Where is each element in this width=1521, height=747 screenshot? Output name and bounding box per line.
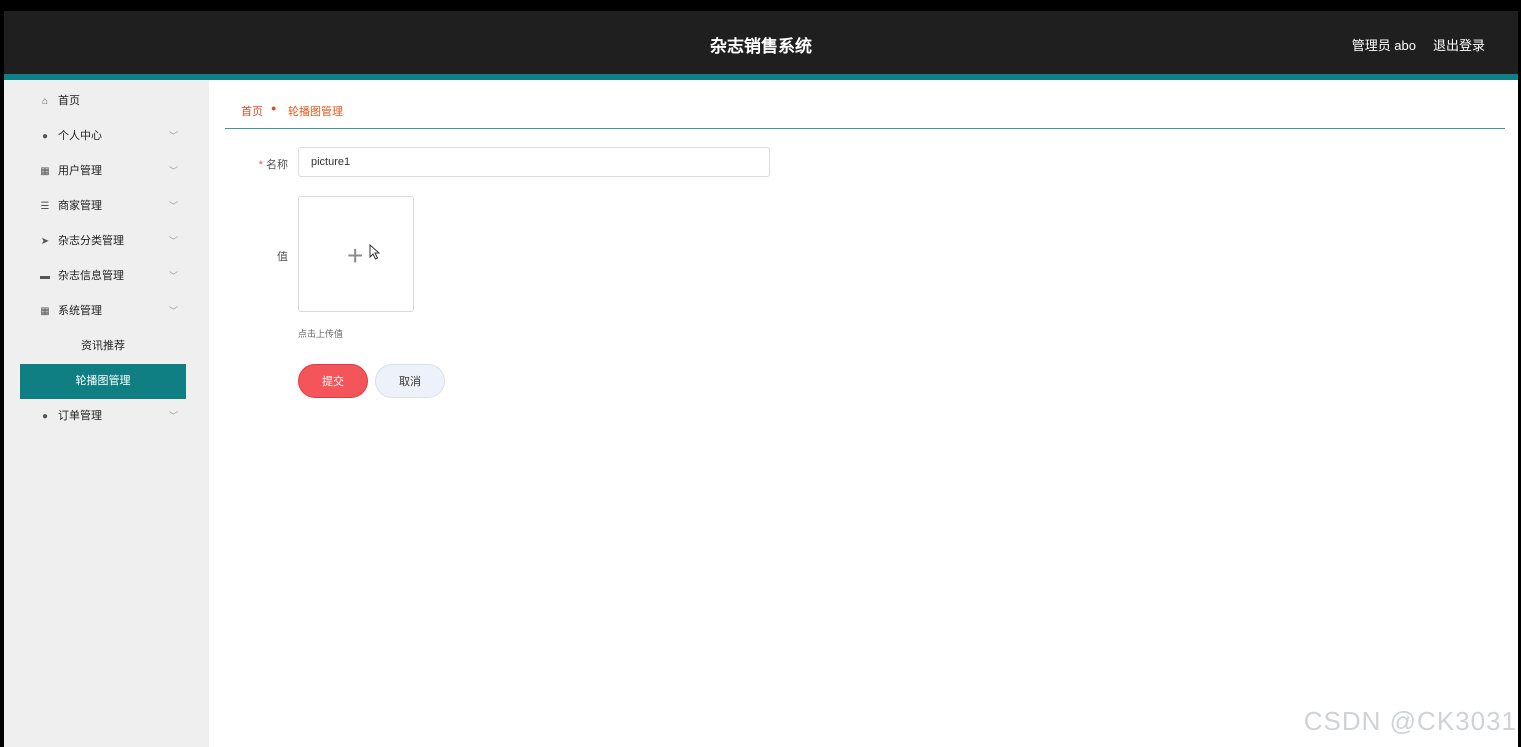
sidebar-item-system[interactable]: ▦ 系统管理 ﹀ — [4, 294, 209, 329]
logout-button[interactable]: 退出登录 — [1433, 35, 1485, 54]
cancel-button[interactable]: 取消 — [375, 364, 445, 398]
chevron-down-icon: ﹀ — [169, 271, 179, 281]
sidebar-item-label: 商家管理 — [58, 200, 102, 212]
sidebar-item-label: 用户管理 — [58, 165, 102, 177]
value-label: 值 — [277, 251, 288, 263]
user-icon: ● — [41, 411, 49, 422]
ticket-icon: ▬ — [40, 271, 50, 282]
name-label-text: 名称 — [266, 159, 288, 171]
sidebar-item-home[interactable]: ⌂ 首页 — [4, 84, 209, 119]
sidebar-item-label: 首页 — [58, 95, 80, 107]
sidebar-item-label: 订单管理 — [58, 410, 102, 422]
chevron-down-icon: ﹀ — [169, 131, 179, 141]
app-window: 杂志销售系统 管理员 abo 退出登录 ⌂ 首页 ● 个人中心 ﹀ ▦ 用户管理… — [4, 11, 1518, 747]
plus-icon: + — [347, 240, 364, 271]
sidebar-item-label: 系统管理 — [58, 305, 102, 317]
sidebar-item-users[interactable]: ▦ 用户管理 ﹀ — [4, 154, 209, 189]
chevron-down-icon: ﹀ — [169, 236, 179, 246]
required-asterisk: * — [258, 159, 263, 171]
name-input[interactable]: picture1 — [298, 147, 770, 177]
sidebar-item-label: 杂志信息管理 — [58, 270, 124, 282]
sidebar-item-label: 杂志分类管理 — [58, 235, 124, 247]
breadcrumb: 首页 ● 轮播图管理 — [225, 80, 1505, 129]
sidebar-item-merchants[interactable]: ☰ 商家管理 ﹀ — [4, 189, 209, 224]
sidebar-item-profile[interactable]: ● 个人中心 ﹀ — [4, 119, 209, 154]
upload-hint: 点击上传值 — [298, 329, 344, 339]
sidebar-subitem-news[interactable]: 资讯推荐 — [20, 329, 186, 364]
sidebar-item-label: 个人中心 — [58, 130, 102, 142]
sidebar-item-magazine-info[interactable]: ▬ 杂志信息管理 ﹀ — [4, 259, 209, 294]
bag-icon: ● — [271, 103, 277, 113]
image-upload-box[interactable]: + — [298, 196, 414, 312]
top-header: 杂志销售系统 管理员 abo 退出登录 — [4, 11, 1518, 80]
chevron-down-icon: ﹀ — [169, 306, 179, 316]
watermark: CSDN @CK3031 — [1303, 706, 1517, 736]
breadcrumb-current: 轮播图管理 — [288, 106, 343, 118]
sidebar-subitem-carousel[interactable]: 轮播图管理 — [20, 364, 186, 399]
user-icon: ● — [41, 131, 49, 142]
breadcrumb-home[interactable]: 首页 — [241, 103, 263, 119]
current-user: 管理员 abo — [1351, 38, 1416, 53]
cursor-icon — [369, 244, 380, 260]
chevron-down-icon: ﹀ — [169, 166, 179, 176]
home-icon: ⌂ — [41, 96, 49, 107]
sidebar: ⌂ 首页 ● 个人中心 ﹀ ▦ 用户管理 ﹀ ☰ 商家管理 ﹀ ➤ 杂志分类管理… — [4, 80, 209, 747]
send-icon: ➤ — [40, 236, 50, 247]
grid-icon: ▦ — [40, 306, 50, 317]
chevron-down-icon: ﹀ — [169, 201, 179, 211]
sidebar-item-magazine-category[interactable]: ➤ 杂志分类管理 ﹀ — [4, 224, 209, 259]
name-label: * 名称 — [228, 156, 288, 172]
list-icon: ☰ — [40, 201, 50, 212]
submit-button[interactable]: 提交 — [298, 364, 368, 398]
chevron-down-icon: ﹀ — [169, 411, 179, 421]
sidebar-item-orders[interactable]: ● 订单管理 ﹀ — [4, 399, 209, 434]
grid-icon: ▦ — [40, 166, 50, 177]
app-title: 杂志销售系统 — [710, 37, 812, 56]
